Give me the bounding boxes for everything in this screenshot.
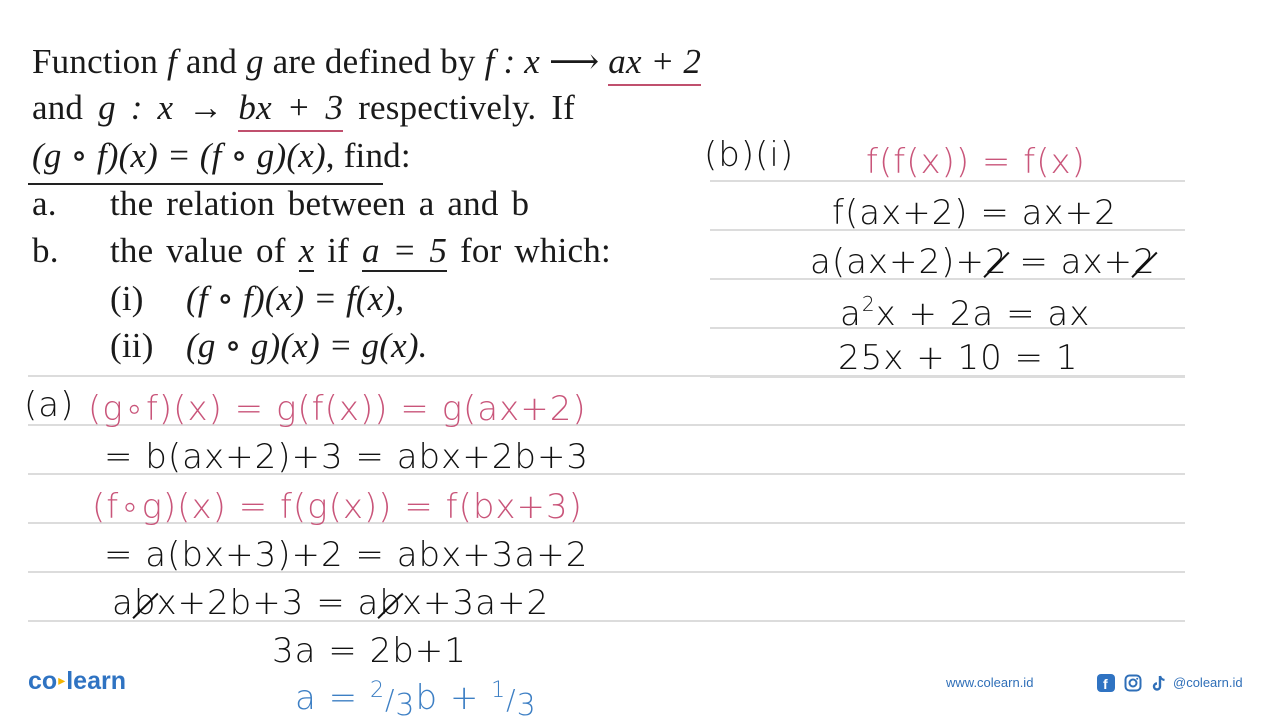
- underlined-expression: bx + 3: [238, 88, 344, 132]
- solution-a-answer: a = 2/3b + 1/3: [295, 680, 537, 721]
- question-item-b-i: (i) (f ∘ f)(x) = f(x),: [110, 281, 404, 316]
- solution-a-label: (a): [24, 385, 75, 425]
- instagram-icon[interactable]: [1124, 674, 1142, 692]
- svg-text:f: f: [1103, 676, 1108, 692]
- solution-a-line-4: = a(bx+3)+2 = abx+3a+2: [104, 535, 589, 575]
- text: a(ax+2)+: [810, 242, 985, 282]
- text: and: [176, 42, 246, 81]
- denominator: 3: [395, 688, 416, 723]
- cancelled-term: b: [379, 583, 402, 623]
- solution-b-line-3: a(ax+2)+2 = ax+2: [810, 245, 1156, 279]
- numerator: 1: [491, 678, 507, 703]
- logo-arrow-icon: ▸: [58, 672, 66, 688]
- question-item-b-ii: (ii) (g ∘ g)(x) = g(x).: [110, 328, 428, 363]
- question-line-2: and g : x → bx + 3 respectively. If: [32, 88, 576, 132]
- text: if: [314, 231, 362, 270]
- item-label: (ii): [110, 326, 154, 365]
- item-label: b.: [32, 231, 59, 270]
- text: : x ⟶: [494, 42, 609, 81]
- question-item-b: b. the value of x if a = 5 for which:: [32, 231, 611, 272]
- text: a: [840, 294, 862, 334]
- text: and: [32, 88, 99, 127]
- text: (g ∘ f)(x) = (f ∘ g)(x): [32, 136, 326, 175]
- question-item-a: a. the relation between a and b: [32, 186, 529, 221]
- text: g: [98, 88, 116, 127]
- website-link[interactable]: www.colearn.id: [946, 675, 1033, 690]
- text: x + 2a = ax: [875, 294, 1091, 334]
- solution-b-label: (b)(i): [704, 135, 795, 175]
- text: g: [245, 42, 264, 81]
- item-text: (f ∘ f)(x) = f(x),: [186, 279, 405, 318]
- solution-a-line-1: (g∘f)(x) = g(f(x)) = g(ax+2): [88, 389, 587, 429]
- text: for which:: [447, 231, 611, 270]
- tiktok-icon[interactable]: [1150, 674, 1168, 692]
- question-line-1: Function f and g are defined by f : x ⟶ …: [32, 42, 702, 86]
- text: b +: [415, 678, 492, 718]
- text: a =: [295, 678, 370, 718]
- cancelled-term: 2: [1133, 242, 1156, 282]
- text: : x →: [115, 88, 239, 127]
- facebook-icon[interactable]: f: [1097, 674, 1115, 692]
- text: Function: [32, 42, 167, 81]
- underlined-condition: a = 5: [362, 231, 448, 272]
- text: f: [484, 42, 495, 81]
- denominator: 3: [516, 688, 537, 723]
- item-text: the relation between a and b: [110, 184, 530, 223]
- text: x+2b+3 =: [156, 583, 358, 623]
- cancelled-term: 2: [984, 242, 1008, 282]
- solution-a-line-6: 3a = 2b+1: [272, 631, 467, 671]
- solution-a-line-2: = b(ax+2)+3 = abx+2b+3: [104, 437, 590, 477]
- solution-b-line-2: f(ax+2) = ax+2: [832, 193, 1117, 233]
- text: the value of: [110, 231, 299, 270]
- logo-text: learn: [66, 667, 126, 695]
- fraction: 1/3: [491, 678, 537, 723]
- text: f: [167, 42, 177, 81]
- item-label: a.: [32, 184, 57, 223]
- text: = ax+: [1007, 242, 1134, 282]
- question-line-3: (g ∘ f)(x) = (f ∘ g)(x), find:: [32, 138, 411, 173]
- underlined-variable: x: [298, 231, 315, 272]
- solution-b-line-1: f(f(x)) = f(x): [866, 142, 1086, 182]
- underlined-expression: ax + 2: [608, 42, 702, 86]
- social-handle[interactable]: @colearn.id: [1173, 675, 1243, 690]
- fraction: 2/3: [369, 678, 416, 723]
- cancelled-term: b: [133, 583, 157, 623]
- text: , find:: [325, 136, 411, 175]
- logo-text: co: [28, 667, 58, 695]
- solution-b-line-5: 25x + 10 = 1: [838, 338, 1079, 378]
- text: respectively. If: [343, 88, 576, 127]
- numerator: 2: [369, 678, 385, 703]
- solution-a-line-3: (f∘g)(x) = f(g(x)) = f(bx+3): [92, 487, 583, 527]
- exponent: 2: [861, 292, 876, 316]
- text: x+3a+2: [401, 583, 550, 623]
- text: a: [112, 583, 134, 623]
- item-text: (g ∘ g)(x) = g(x).: [186, 326, 428, 365]
- solution-a-line-5: abx+2b+3 = abx+3a+2: [112, 586, 549, 620]
- item-label: (i): [110, 279, 144, 318]
- solution-b-line-4: a2x + 2a = ax: [840, 294, 1090, 331]
- colearn-logo: co▸learn: [28, 667, 126, 696]
- text: are defined by: [263, 42, 485, 81]
